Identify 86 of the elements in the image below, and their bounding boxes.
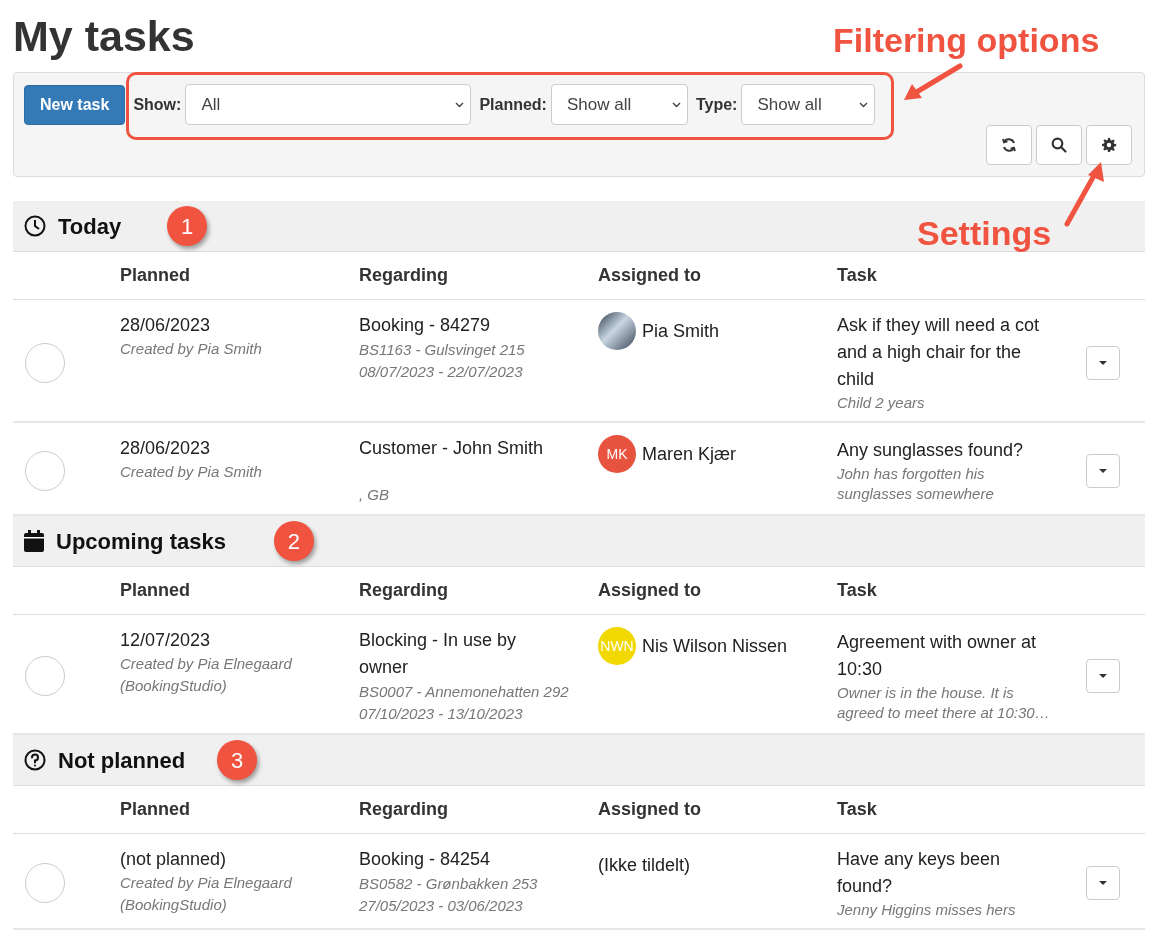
task-note: John has forgotten his sunglasses somewhere: [837, 464, 995, 504]
regarding-detail: , GB: [359, 485, 389, 505]
regarding-detail: 27/05/2023 - 03/06/2023: [359, 896, 523, 916]
assignee-name: Nis Wilson Nissen: [642, 635, 788, 658]
column-header: Planned: [120, 798, 191, 821]
complete-checkbox[interactable]: [25, 342, 65, 383]
task-text: Any sunglasses found?: [837, 439, 1025, 462]
created-by-text: Created by Pia Elnegaard (BookingStudio): [120, 873, 293, 915]
caret-icon: [1099, 360, 1107, 365]
section-title: Today: [58, 212, 122, 241]
options-dropdown-button[interactable]: [1086, 453, 1120, 488]
created-by-text: Created by Pia Smith: [120, 339, 263, 359]
section-title: Not planned: [58, 746, 186, 775]
task-note: Jenny Higgins misses hers: [837, 900, 1017, 920]
column-header: Regarding: [359, 579, 449, 602]
settings-button[interactable]: [1086, 125, 1132, 165]
filter-dropdown[interactable]: All: [185, 84, 472, 125]
complete-checkbox[interactable]: [25, 656, 65, 696]
number-badge: 2: [273, 521, 314, 561]
question-icon: [24, 749, 46, 771]
assignee-name: (Ikke tildelt): [598, 854, 691, 877]
chevron-icon: [671, 101, 681, 108]
assignee-name: Maren Kjær: [642, 443, 737, 466]
refresh-button[interactable]: [986, 125, 1032, 165]
filter-dropdown[interactable]: Show all: [550, 84, 688, 125]
filter-label: Planned:: [479, 94, 547, 115]
number-badge: 1: [167, 206, 208, 246]
task-note: Owner is in the house. It is agreed to meet there at 10:30…: [837, 683, 1051, 723]
complete-checkbox[interactable]: [25, 863, 65, 903]
annotation-label: Settings: [917, 213, 1052, 253]
number-badge: 3: [217, 740, 258, 780]
section-title: Upcoming tasks: [56, 527, 226, 556]
task-text: Ask if they will need a cot and a high chair for the child: [837, 314, 1041, 391]
avatar: NWN: [598, 627, 636, 665]
column-header: Assigned to: [598, 264, 702, 287]
planned-date: 28/06/2023: [120, 314, 212, 337]
clock-icon: [24, 215, 46, 237]
regarding-detail: 08/07/2023 - 22/07/2023: [359, 362, 523, 382]
planned-date: (not planned): [120, 848, 228, 871]
new-task-button[interactable]: New task: [24, 84, 126, 125]
task-note: Child 2 years: [837, 393, 926, 413]
planned-date: 28/06/2023: [120, 437, 212, 460]
regarding-text: Booking - 84254: [359, 848, 492, 871]
regarding-text: Booking - 84279: [359, 314, 492, 337]
search-button[interactable]: [1036, 125, 1082, 165]
assignee-name: Pia Smith: [642, 320, 720, 343]
planned-date: 12/07/2023: [120, 629, 212, 652]
created-by-text: Created by Pia Elnegaard (BookingStudio): [120, 654, 293, 696]
refresh-icon: [1001, 137, 1017, 153]
search-icon: [1051, 137, 1067, 153]
options-dropdown-button[interactable]: [1086, 866, 1120, 900]
regarding-detail: BS1163 - Gulsvinget 215: [359, 340, 525, 360]
calendar-icon: [24, 530, 44, 552]
column-header: Planned: [120, 264, 191, 287]
options-dropdown-button[interactable]: [1086, 345, 1120, 380]
regarding-text: Blocking - In use by owner: [359, 629, 518, 679]
annotation-label: Filtering options: [833, 20, 1100, 60]
created-by-text: Created by Pia Smith: [120, 462, 263, 482]
column-header: Assigned to: [598, 798, 702, 821]
options-dropdown-button[interactable]: [1086, 659, 1120, 693]
column-header: Task: [837, 798, 878, 821]
caret-icon: [1099, 881, 1107, 885]
chevron-icon: [455, 101, 465, 108]
avatar: MK: [598, 435, 636, 473]
column-header: Regarding: [359, 264, 449, 287]
regarding-detail: 07/10/2023 - 13/10/2023: [359, 704, 523, 724]
regarding-text: Customer - John Smith: [359, 437, 545, 460]
column-header: Assigned to: [598, 579, 702, 602]
filter-label: Show:: [133, 94, 182, 115]
task-text: Have any keys been found?: [837, 848, 1002, 898]
filter-dropdown[interactable]: Show all: [741, 84, 876, 125]
regarding-detail: BS0007 - Annemonehatten 292: [359, 682, 569, 702]
task-text: Agreement with owner at 10:30: [837, 631, 1038, 681]
regarding-detail: BS0582 - Grønbakken 253: [359, 874, 538, 894]
caret-icon: [1099, 468, 1107, 473]
page-title: My tasks: [13, 11, 195, 62]
avatar-photo-placeholder: [598, 312, 636, 350]
column-header: Task: [837, 579, 878, 602]
caret-icon: [1099, 674, 1107, 678]
chevron-icon: [859, 101, 869, 108]
column-header: Regarding: [359, 798, 449, 821]
complete-checkbox[interactable]: [25, 450, 65, 491]
filter-label: Type:: [695, 94, 738, 115]
settings-icon: [1101, 137, 1117, 153]
column-header: Planned: [120, 579, 191, 602]
column-header: Task: [837, 264, 878, 287]
